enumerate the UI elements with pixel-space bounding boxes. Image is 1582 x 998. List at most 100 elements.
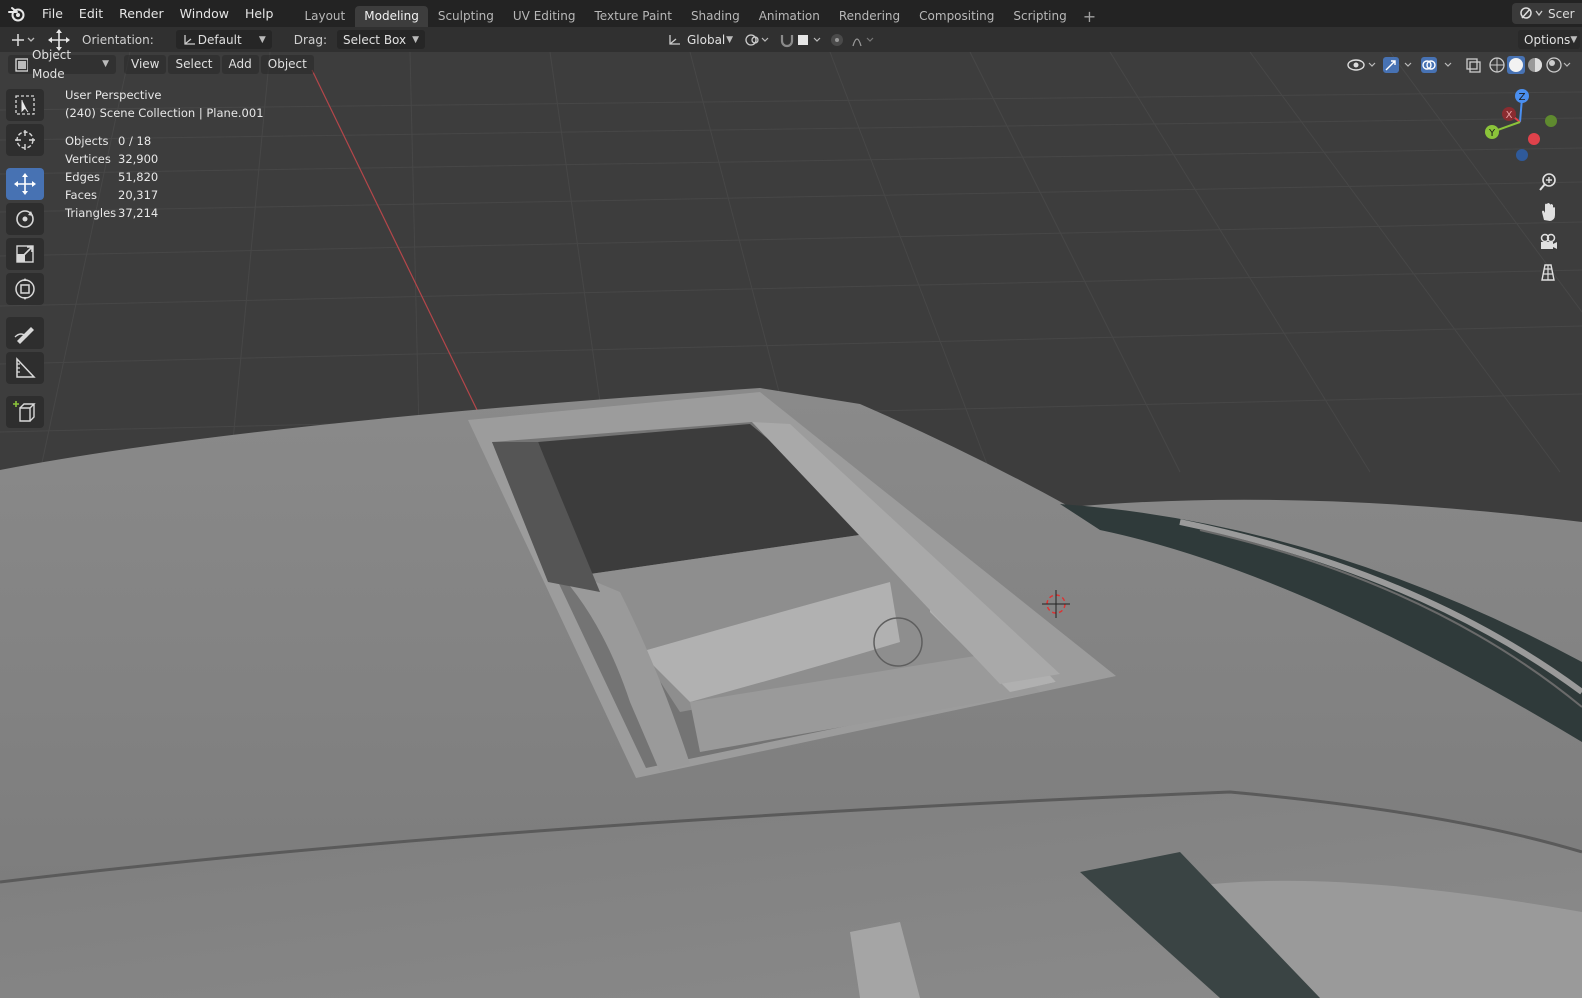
menu-edit[interactable]: Edit <box>71 0 111 27</box>
blender-logo-icon[interactable] <box>6 3 28 25</box>
view-menu[interactable]: View <box>124 55 167 74</box>
pan-view-button[interactable] <box>1534 198 1562 226</box>
gizmo-neg-z-axis[interactable] <box>1516 149 1528 161</box>
chevron-down-icon: ▼ <box>1570 34 1578 45</box>
select-box-icon <box>15 95 35 115</box>
shading-mode-buttons[interactable] <box>1488 55 1572 74</box>
drag-dropdown[interactable]: Select Box ▼ <box>336 30 425 49</box>
mode-dropdown[interactable]: Object Mode ▼ <box>8 48 116 81</box>
camera-view-button[interactable] <box>1534 228 1562 256</box>
visibility-icon[interactable] <box>1346 56 1380 74</box>
tool-select-box[interactable] <box>6 89 44 121</box>
gizmo-toggle-icon[interactable] <box>1382 56 1416 74</box>
scene-collection-label: (240) Scene Collection | Plane.001 <box>65 106 264 120</box>
cursor-icon <box>15 130 35 150</box>
tool-cursor[interactable] <box>6 124 44 156</box>
stat-edges: Edges 51,820 <box>65 168 264 186</box>
orientation-value: Default <box>197 32 242 47</box>
navigation-gizmo[interactable]: Z X Y <box>1480 86 1570 166</box>
stat-value: 51,820 <box>118 170 159 184</box>
stat-value: 0 / 18 <box>118 134 152 148</box>
overlays-toggle-icon[interactable] <box>1420 56 1460 74</box>
transform-axis-icon <box>669 34 680 45</box>
tool-annotate[interactable] <box>6 317 44 349</box>
tool-add-cube[interactable] <box>6 396 44 428</box>
tab-layout[interactable]: Layout <box>295 6 354 27</box>
orientation-dropdown[interactable]: Default ▼ <box>175 30 272 49</box>
hand-icon <box>1542 203 1555 221</box>
move-icon <box>14 173 36 195</box>
select-menu[interactable]: Select <box>168 55 220 74</box>
tool-settings-bar: Orientation: Default ▼ Drag: Select Box … <box>0 27 1582 52</box>
transform-space-value: Global <box>686 32 726 47</box>
tab-uv-editing[interactable]: UV Editing <box>504 6 585 27</box>
gizmo-z-label: Z <box>1519 92 1526 103</box>
tab-texture-paint[interactable]: Texture Paint <box>586 6 681 27</box>
gizmo-x-label: X <box>1506 110 1513 121</box>
drag-label: Drag: <box>293 32 327 47</box>
stat-objects: Objects 0 / 18 <box>65 132 264 150</box>
proportional-edit-controls[interactable] <box>829 32 877 48</box>
tool-transform[interactable] <box>6 273 44 305</box>
menu-help[interactable]: Help <box>237 0 282 27</box>
tool-scale[interactable] <box>6 238 44 270</box>
scene-name: Scer <box>1548 6 1575 21</box>
rotate-icon <box>16 210 34 228</box>
stat-key: Vertices <box>65 152 111 166</box>
transform-icon <box>15 278 35 300</box>
tool-measure[interactable] <box>6 352 44 384</box>
stat-key: Edges <box>65 170 100 184</box>
workspace-tabs: Layout Modeling Sculpting UV Editing Tex… <box>295 0 1102 27</box>
xray-toggle-icon[interactable] <box>1464 56 1484 74</box>
object-menu[interactable]: Object <box>260 55 314 74</box>
tab-rendering[interactable]: Rendering <box>830 6 909 27</box>
tab-modeling[interactable]: Modeling <box>355 6 428 27</box>
camera-icon <box>1540 233 1557 249</box>
pivot-point-dropdown[interactable] <box>743 32 773 48</box>
stat-key: Objects <box>65 134 109 148</box>
proportional-edit-icon <box>830 33 874 46</box>
zoom-view-button[interactable] <box>1534 168 1562 196</box>
zoom-icon <box>1539 173 1556 191</box>
options-label: Options <box>1524 32 1571 47</box>
toggle-perspective-button[interactable] <box>1534 258 1562 286</box>
stat-value: 20,317 <box>118 188 159 202</box>
viewport-header: Object Mode ▼ View Select Add Object <box>0 48 1582 81</box>
magnet-icon <box>780 34 821 47</box>
menu-window[interactable]: Window <box>172 0 237 27</box>
measure-icon <box>16 357 36 378</box>
tool-move[interactable] <box>6 168 44 200</box>
menu-file[interactable]: File <box>34 0 71 27</box>
add-menu[interactable]: Add <box>221 55 259 74</box>
drag-value: Select Box <box>342 32 407 47</box>
tab-sculpting[interactable]: Sculpting <box>429 6 503 27</box>
stat-value: 37,214 <box>118 206 159 220</box>
toolbar-left <box>6 86 48 431</box>
chevron-down-icon: ▼ <box>102 59 109 69</box>
tab-compositing[interactable]: Compositing <box>910 6 1003 27</box>
gizmo-y-label: Y <box>1488 128 1496 139</box>
viewport-display-controls <box>1346 55 1572 74</box>
tab-animation[interactable]: Animation <box>750 6 829 27</box>
gizmo-neg-x-axis[interactable] <box>1528 133 1540 145</box>
tab-shading[interactable]: Shading <box>682 6 749 27</box>
add-workspace-button[interactable]: + <box>1077 6 1102 27</box>
add-cube-icon <box>13 401 36 422</box>
tab-scripting[interactable]: Scripting <box>1004 6 1075 27</box>
transform-orientation-dropdown[interactable]: Global ▼ <box>661 30 739 49</box>
view-perspective-label: User Perspective <box>65 88 162 102</box>
viewport-info-overlay: User Perspective (240) Scene Collection … <box>65 86 264 222</box>
options-dropdown[interactable]: Options ▼ <box>1518 30 1580 49</box>
annotate-icon <box>14 327 34 344</box>
scene-selector[interactable]: Scer <box>1512 3 1582 24</box>
stat-value: 32,900 <box>118 152 159 166</box>
stat-triangles: Triangles 37,214 <box>65 204 264 222</box>
top-menu-bar: File Edit Render Window Help Layout Mode… <box>0 0 1582 27</box>
scale-icon <box>16 245 34 263</box>
gizmo-neg-y-axis[interactable] <box>1545 115 1557 127</box>
tool-rotate[interactable] <box>6 203 44 235</box>
mode-value: Object Mode <box>31 47 72 81</box>
object-mode-icon <box>15 57 28 72</box>
snap-controls[interactable] <box>779 32 825 48</box>
menu-render[interactable]: Render <box>111 0 172 27</box>
